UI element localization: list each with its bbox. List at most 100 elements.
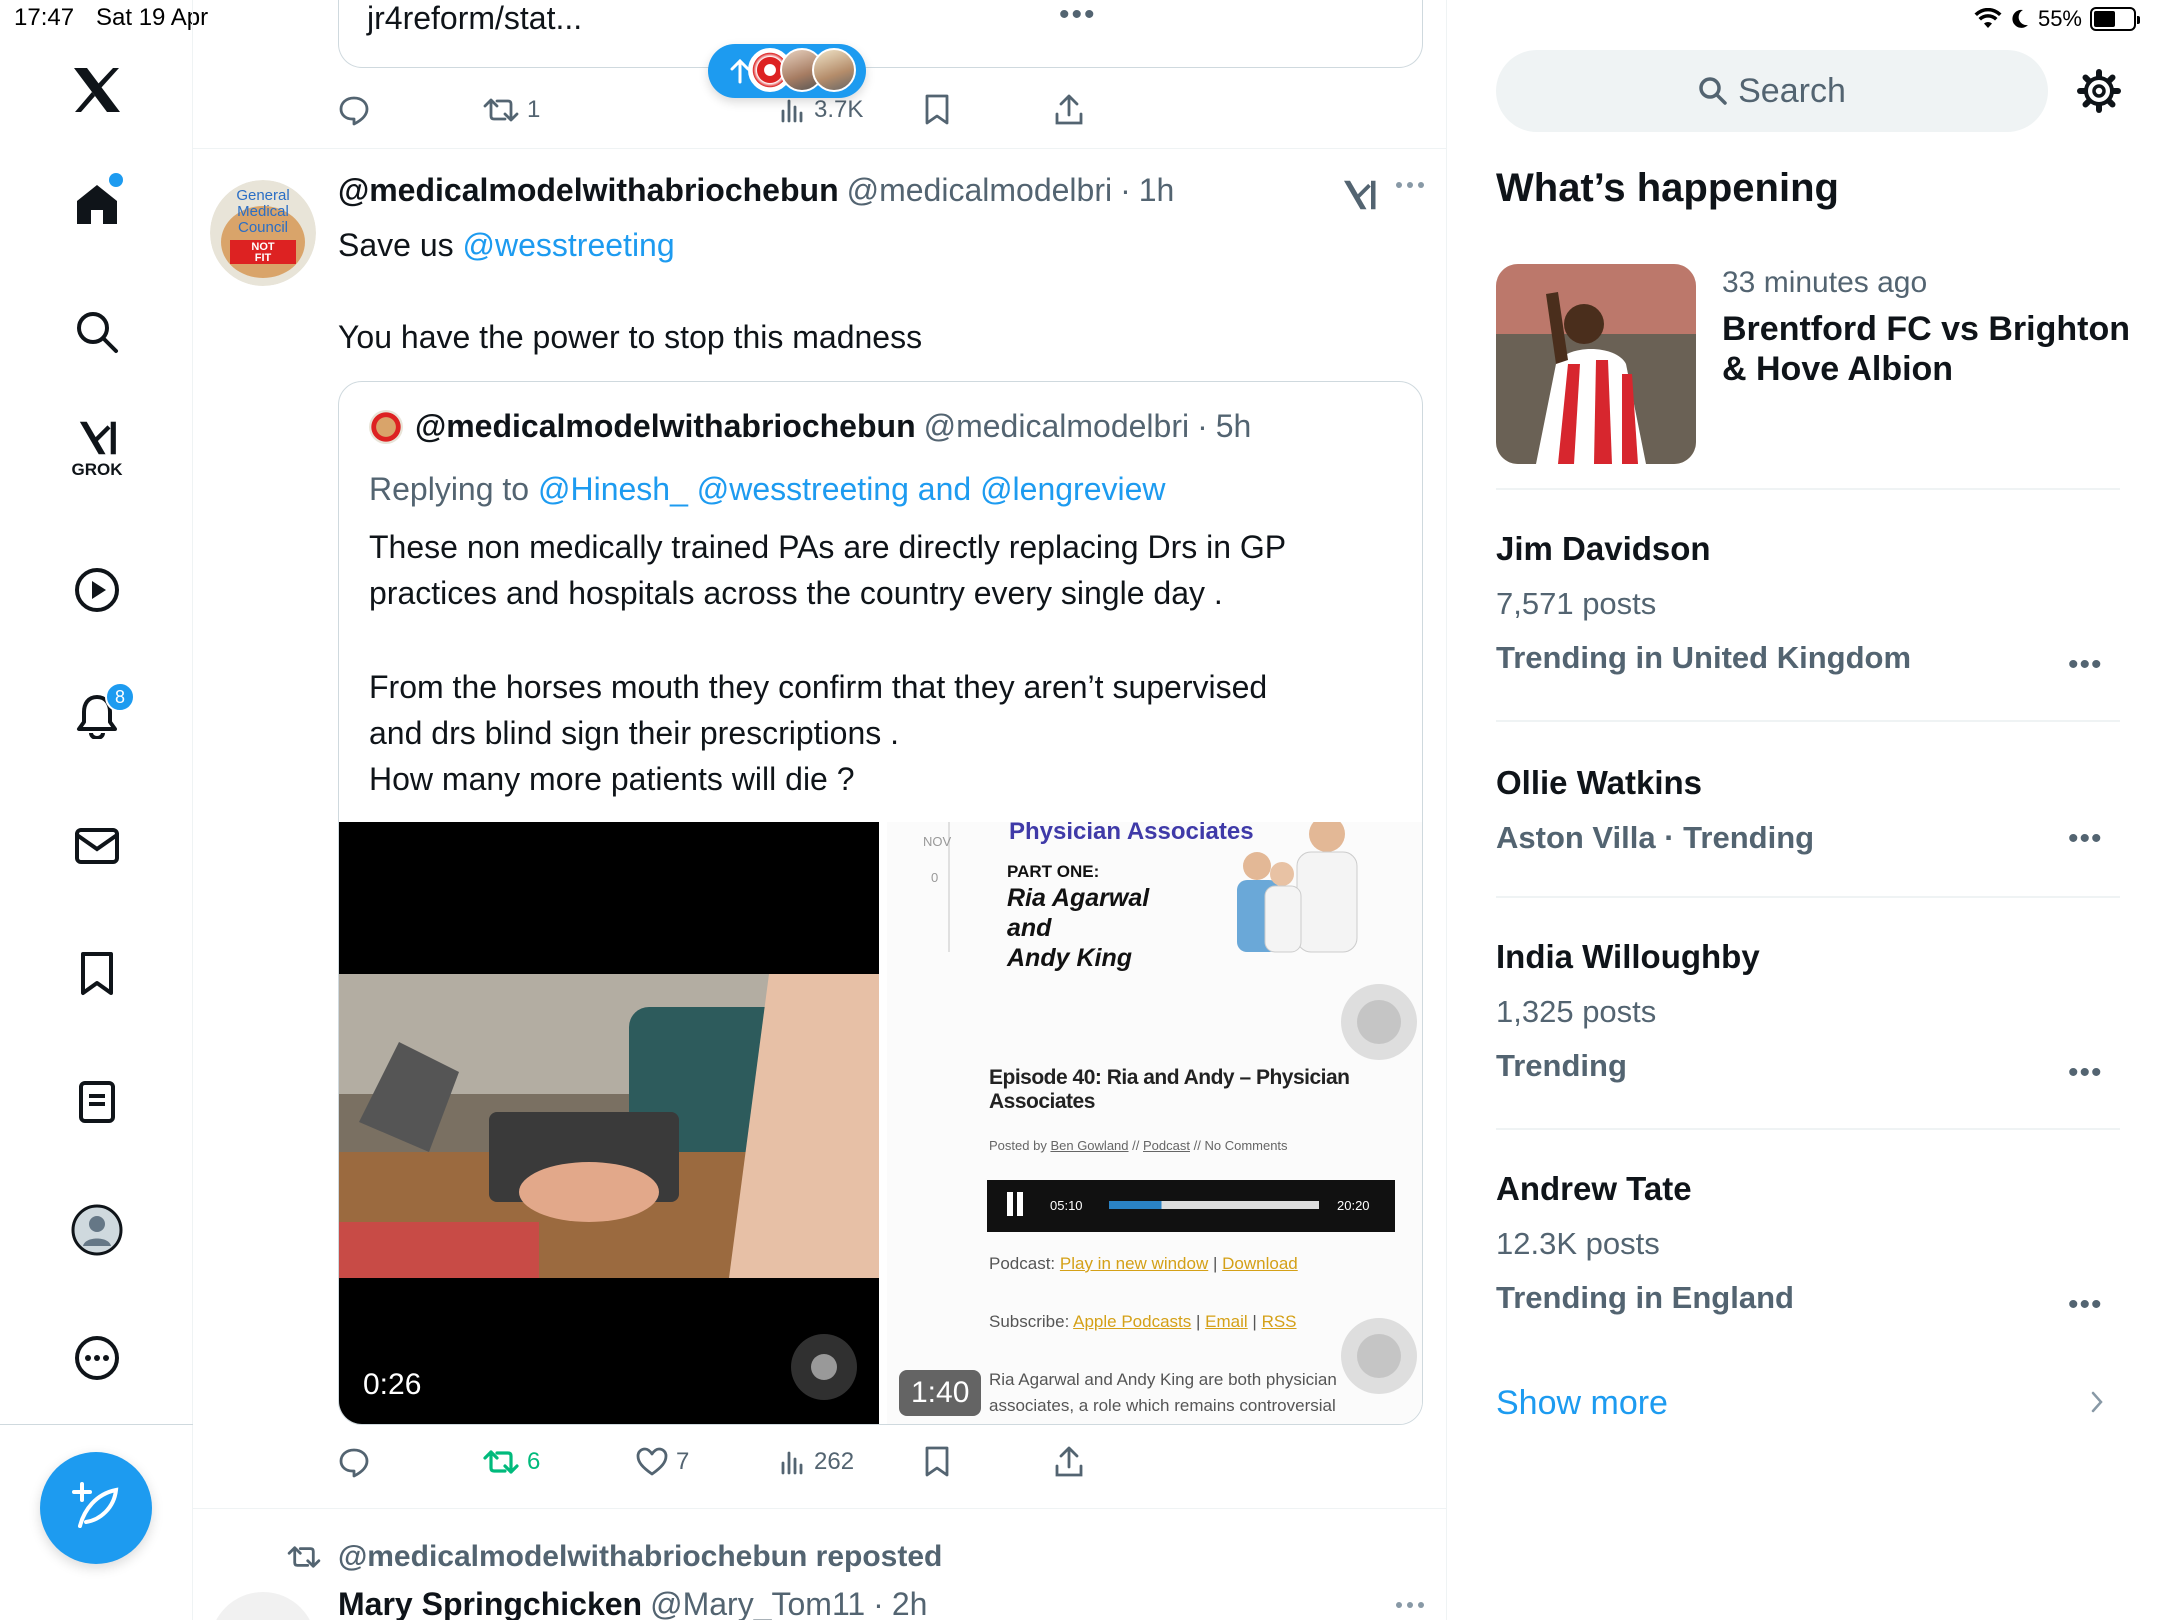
new-posts-pill[interactable] (708, 44, 866, 98)
trend-more-icon[interactable]: ••• (2068, 1288, 2103, 1322)
grok-icon[interactable]: GROK (67, 420, 127, 480)
replying-to: Replying to @Hinesh_ @wesstreeting and @… (369, 466, 1166, 512)
trend-item[interactable]: Andrew Tate 12.3K posts Trending in Engl… (1496, 1170, 2120, 1316)
repost-label[interactable]: @medicalmodelwithabriochebun reposted (338, 1540, 942, 1574)
video-control-icon[interactable] (791, 1334, 857, 1400)
quoted-tweet[interactable]: @medicalmodelwithabriochebun @medicalmod… (338, 381, 1423, 1425)
trend-name: Jim Davidson (1496, 530, 1711, 567)
display-name[interactable]: @medicalmodelwithabriochebun (338, 172, 839, 209)
nav-separator (0, 1424, 193, 1425)
tweet-avatar[interactable]: General Medical Council NOT FIT (210, 180, 316, 286)
featured-trend-title[interactable]: Brentford FC vs Brighton (1722, 310, 2130, 349)
grok-explain-icon[interactable] (1341, 178, 1377, 212)
trend-item[interactable]: Ollie Watkins Aston Villa · Trending (1496, 764, 2120, 856)
video-right[interactable]: NOV 0 Physician Associates PART ONE: Ria… (887, 822, 1422, 1424)
trend-name: India Willoughby (1496, 938, 1760, 975)
display-name[interactable]: Mary Springchicken (338, 1586, 642, 1620)
share-button[interactable] (1054, 86, 1084, 134)
search-input[interactable]: Search (1496, 50, 2048, 132)
more-icon[interactable] (1395, 1600, 1425, 1610)
profile-icon[interactable] (67, 1200, 127, 1260)
podcast-comment-count: 0 (931, 870, 939, 885)
trend-divider (1496, 1128, 2120, 1130)
share-icon (1054, 1446, 1084, 1478)
video-left[interactable]: 0:26 (339, 822, 879, 1424)
bookmark-icon[interactable] (67, 944, 127, 1004)
share-icon (1054, 94, 1084, 126)
trend-more-icon[interactable]: ••• (2068, 822, 2103, 856)
search-icon[interactable] (67, 302, 127, 362)
podcast-label: Podcast: (989, 1254, 1056, 1273)
compose-button[interactable] (40, 1452, 152, 1564)
more-icon[interactable] (67, 1328, 127, 1388)
tweet-divider (193, 1508, 1446, 1509)
handle[interactable]: @Mary_Tom11 (650, 1586, 865, 1620)
link-card[interactable]: jr4reform/stat... ••• (338, 0, 1423, 68)
comments-label: No Comments (1204, 1138, 1288, 1153)
trend-more-icon[interactable]: ••• (2068, 1056, 2103, 1090)
podcast-guest: Ria Agarwal (1007, 884, 1150, 912)
avatar-text: Medical (237, 203, 289, 220)
podcast-episode: Associates (989, 1090, 1095, 1113)
like-button[interactable]: 7 (636, 1438, 689, 1486)
lists-icon[interactable] (67, 1072, 127, 1132)
views-button[interactable]: 262 (780, 1438, 854, 1486)
battery-percent: 55% (2037, 6, 2082, 31)
bookmark-button[interactable] (924, 1438, 950, 1486)
show-more-link[interactable]: Show more (1496, 1384, 1668, 1423)
category-link: Podcast (1143, 1138, 1190, 1153)
quote-text-line: How many more patients will die ? (369, 761, 855, 797)
reply-button[interactable] (338, 1438, 370, 1486)
views-icon (780, 1449, 806, 1475)
retweet-button[interactable]: 1 (483, 86, 540, 134)
bookmark-action-icon (924, 94, 950, 126)
download-link: Download (1222, 1254, 1298, 1273)
podcast-body: associates, a role which remains controv… (989, 1396, 1336, 1415)
dot-separator: · (873, 1586, 884, 1620)
podcast-body: Ria Agarwal and Andy King are both physi… (989, 1370, 1337, 1389)
quote-text-line: From the horses mouth they confirm that … (369, 669, 1268, 705)
trend-more-icon[interactable]: ••• (2068, 648, 2103, 682)
bookmark-action-icon (924, 1446, 950, 1478)
timestamp[interactable]: 1h (1139, 172, 1175, 209)
email-link: Email (1205, 1312, 1248, 1331)
card-more-icon[interactable]: ••• (1059, 0, 1097, 32)
tweet-text-prefix: Save us (338, 227, 454, 263)
replying-mentions[interactable]: @Hinesh_ @wesstreeting and @lengreview (538, 471, 1166, 507)
mail-icon[interactable] (67, 816, 127, 876)
retweet-button[interactable]: 6 (483, 1438, 540, 1486)
trend-divider (1496, 720, 2120, 722)
separator: | (1196, 1312, 1201, 1331)
gear-icon[interactable] (2076, 68, 2122, 114)
trend-divider (1496, 488, 2120, 490)
trend-item[interactable]: Jim Davidson 7,571 posts Trending in Uni… (1496, 530, 2120, 676)
share-button[interactable] (1054, 1438, 1084, 1486)
bell-icon[interactable]: 8 (67, 682, 135, 746)
featured-trend-title[interactable]: & Hove Albion (1722, 350, 1953, 389)
chevron-right-icon (2090, 1390, 2104, 1414)
dot-separator: · (1120, 172, 1131, 208)
notifications-badge: 8 (105, 682, 135, 712)
home-icon[interactable] (67, 173, 127, 234)
featured-trend-image[interactable] (1496, 264, 1696, 464)
whats-happening-title: What’s happening (1496, 166, 1839, 210)
next-tweet-avatar[interactable] (210, 1592, 316, 1620)
author-link: Ben Gowland (1050, 1138, 1129, 1153)
reply-button[interactable] (338, 86, 370, 134)
timestamp[interactable]: 2h (892, 1586, 928, 1620)
trend-item[interactable]: India Willoughby 1,325 posts Trending (1496, 938, 2120, 1084)
views-count: 262 (814, 1448, 855, 1475)
more-icon[interactable] (1395, 180, 1425, 190)
mention-link[interactable]: @wesstreeting (463, 227, 675, 263)
avatar-text: Council (238, 219, 288, 236)
video-icon[interactable] (67, 560, 127, 620)
x-logo-icon[interactable] (67, 60, 127, 120)
separator: | (1252, 1312, 1257, 1331)
player-elapsed: 05:10 (1050, 1198, 1083, 1213)
rss-link: RSS (1261, 1312, 1297, 1331)
trend-name: Ollie Watkins (1496, 764, 1702, 801)
search-placeholder: Search (1738, 71, 1846, 110)
bookmark-button[interactable] (924, 86, 950, 134)
views-count: 3.7K (814, 96, 864, 123)
handle[interactable]: @medicalmodelbri (847, 172, 1112, 209)
